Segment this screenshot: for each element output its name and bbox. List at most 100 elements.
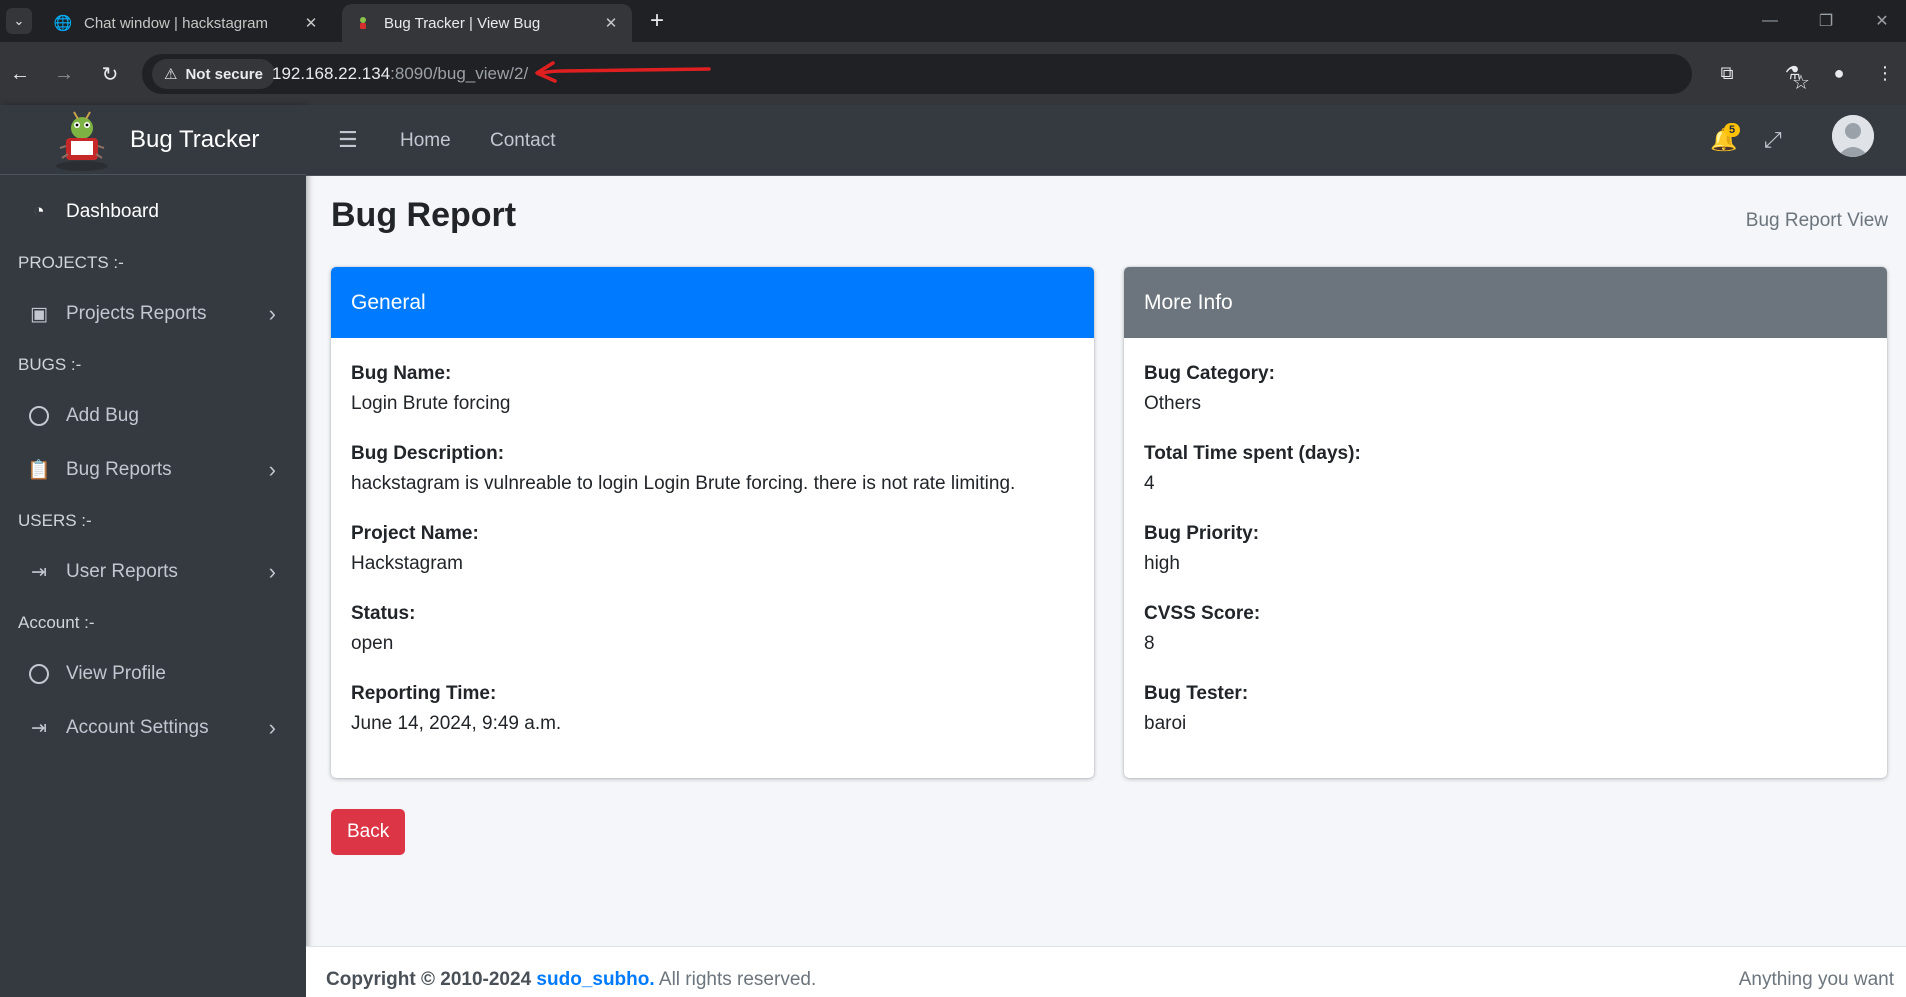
sidebar-header-users: USERS :- <box>18 511 92 530</box>
topnav-contact-link[interactable]: Contact <box>490 130 555 152</box>
sidebar-item-label: Account Settings <box>66 717 209 738</box>
field-label: Bug Category: <box>1144 363 1275 384</box>
footer-tagline: Anything you want <box>1738 969 1894 990</box>
box-icon: ▣ <box>30 303 48 325</box>
field-label: CVSS Score: <box>1144 603 1261 624</box>
sidebar-item-bug-reports[interactable]: 📋 Bug Reports › <box>0 443 306 497</box>
field-value: Others <box>1144 393 1202 414</box>
field-value: hackstagram is vulnreable to login Login… <box>351 473 1016 494</box>
copyright-text: Copyright © 2010-2024 <box>326 969 532 990</box>
general-card: General Bug Name: Login Brute forcing Bu… <box>331 267 1094 778</box>
back-arrow-icon[interactable]: ← <box>4 58 36 90</box>
field-value: baroi <box>1144 713 1187 734</box>
app-sidebar: Bug Tracker ◔ Dashboard PROJECTS :- ▣ Pr… <box>0 105 306 997</box>
close-window-icon[interactable]: ✕ <box>1862 8 1902 34</box>
sidebar-item-label: Dashboard <box>66 201 159 222</box>
field-value: Login Brute forcing <box>351 393 511 414</box>
general-card-header: General <box>331 267 1094 338</box>
sign-in-icon: ⇥ <box>31 561 47 583</box>
labs-flask-icon[interactable]: ⚗ <box>1778 58 1808 88</box>
field-value: June 14, 2024, 9:49 a.m. <box>351 713 562 734</box>
time-spent-field: Total Time spent (days): 4 <box>1144 439 1867 499</box>
site-security-chip[interactable]: ⚠ Not secure <box>152 59 275 89</box>
tab-search-chevron-icon[interactable]: ⌄ <box>6 8 32 34</box>
more-info-card-header: More Info <box>1124 267 1887 338</box>
reload-icon[interactable]: ↻ <box>94 58 126 90</box>
field-value: open <box>351 633 394 654</box>
warning-triangle-icon: ⚠ <box>164 66 178 83</box>
tab-title: Chat window | hackstagram <box>84 14 268 32</box>
browser-menu-kebab-icon[interactable]: ⋮ <box>1870 58 1900 88</box>
author-link[interactable]: sudo_subho. <box>536 969 654 990</box>
sidebar-item-user-reports[interactable]: ⇥ User Reports › <box>0 545 306 599</box>
bug-description-field: Bug Description: hackstagram is vulnreab… <box>351 439 1074 499</box>
sidebar-item-label: Bug Reports <box>66 459 172 480</box>
sidebar-header-account: Account :- <box>18 613 95 632</box>
url-path: :8090/bug_view/2/ <box>390 64 529 83</box>
bug-category-field: Bug Category: Others <box>1144 359 1867 419</box>
tab-title: Bug Tracker | View Bug <box>384 14 541 32</box>
brand-link[interactable]: Bug Tracker <box>0 105 306 175</box>
notification-count-badge: 5 <box>1724 123 1741 137</box>
minimize-window-icon[interactable]: — <box>1750 8 1790 34</box>
browser-toolbar: ← → ↻ ⚠ Not secure 192.168.22.134:8090/b… <box>0 42 1906 105</box>
field-label: Project Name: <box>351 523 479 544</box>
field-value: Hackstagram <box>351 553 463 574</box>
page-footer: Copyright © 2010-2024 sudo_subho. All ri… <box>306 946 1906 997</box>
profile-icon[interactable]: ● <box>1824 58 1854 88</box>
fullscreen-expand-icon[interactable]: ⤢ <box>1764 127 1782 153</box>
forward-arrow-icon[interactable]: → <box>48 58 80 90</box>
sidebar-item-add-bug[interactable]: Add Bug <box>0 389 306 443</box>
circle-icon <box>26 406 52 426</box>
back-button[interactable]: Back <box>331 809 406 855</box>
more-info-card: More Info Bug Category: Others Total Tim… <box>1124 267 1887 778</box>
more-info-card-body: Bug Category: Others Total Time spent (d… <box>1124 338 1887 739</box>
hamburger-menu-icon[interactable]: ☰ <box>338 127 358 153</box>
clipboard-icon: 📋 <box>27 460 51 481</box>
sidebar-item-account-settings[interactable]: ⇥ Account Settings › <box>0 701 306 755</box>
user-avatar[interactable] <box>1832 115 1874 157</box>
field-label: Status: <box>351 603 416 624</box>
sidebar-header-projects: PROJECTS :- <box>18 253 124 272</box>
general-card-body: Bug Name: Login Brute forcing Bug Descri… <box>331 338 1094 739</box>
rights-text: All rights reserved. <box>658 969 817 990</box>
sidebar-header-bugs: BUGS :- <box>18 355 82 374</box>
red-annotation-arrow <box>535 61 711 83</box>
sidebar-item-label: View Profile <box>66 663 166 684</box>
chevron-right-icon: › <box>268 715 276 740</box>
sidebar-menu: ◔ Dashboard PROJECTS :- ▣ Projects Repor… <box>0 175 306 755</box>
globe-icon: 🌐 <box>53 15 73 32</box>
topnav-home-link[interactable]: Home <box>400 130 451 152</box>
field-label: Total Time spent (days): <box>1144 443 1361 464</box>
sidebar-item-label: Add Bug <box>66 405 139 426</box>
brand-name: Bug Tracker <box>130 125 260 153</box>
bug-tester-field: Bug Tester: baroi <box>1144 679 1867 739</box>
status-field: Status: open <box>351 599 1074 659</box>
close-tab-icon[interactable]: ✕ <box>302 14 320 32</box>
sidebar-item-dashboard[interactable]: ◔ Dashboard <box>0 185 306 239</box>
bug-tracker-logo <box>56 111 108 171</box>
footer-copyright: Copyright © 2010-2024 sudo_subho. All ri… <box>326 969 816 991</box>
dashboard-gauge-icon: ◔ <box>33 201 45 222</box>
address-bar[interactable]: ⚠ Not secure 192.168.22.134:8090/bug_vie… <box>142 54 1810 94</box>
chevron-right-icon: › <box>268 301 276 326</box>
url-text[interactable]: 192.168.22.134:8090/bug_view/2/ <box>272 54 528 94</box>
cvss-score-field: CVSS Score: 8 <box>1144 599 1867 659</box>
field-label: Bug Tester: <box>1144 683 1249 704</box>
sidebar-item-projects-reports[interactable]: ▣ Projects Reports › <box>0 287 306 341</box>
bug-tracker-favicon-icon <box>354 14 372 32</box>
browser-tab-chat-window[interactable]: 🌐 Chat window | hackstagram ✕ <box>42 4 332 42</box>
notifications-bell-icon[interactable]: 🔔 5 <box>1710 123 1746 157</box>
avatar-silhouette-icon <box>1832 115 1874 157</box>
reporting-time-field: Reporting Time: June 14, 2024, 9:49 a.m. <box>351 679 1074 739</box>
new-tab-icon[interactable]: + <box>644 7 670 34</box>
sidebar-item-view-profile[interactable]: View Profile <box>0 647 306 701</box>
field-label: Bug Description: <box>351 443 505 464</box>
bug-priority-field: Bug Priority: high <box>1144 519 1867 579</box>
close-tab-icon[interactable]: ✕ <box>602 14 620 32</box>
chevron-right-icon: › <box>268 457 276 482</box>
sidebar-item-label: User Reports <box>66 561 178 582</box>
restore-window-icon[interactable]: ❐ <box>1806 8 1846 34</box>
browser-tab-bug-tracker[interactable]: Bug Tracker | View Bug ✕ <box>342 4 632 42</box>
extensions-puzzle-icon[interactable]: ⧉ <box>1712 58 1742 88</box>
